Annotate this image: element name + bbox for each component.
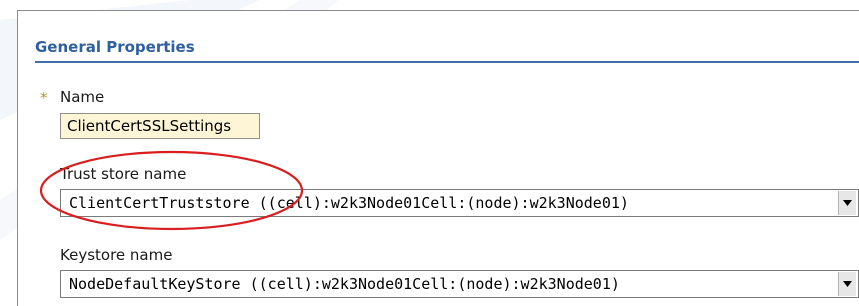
trust-store-selected-value: ClientCertTruststore ((cell):w2k3Node01C… — [69, 194, 629, 212]
keystore-selected-value: NodeDefaultKeyStore ((cell):w2k3Node01Ce… — [69, 275, 620, 293]
asterisk-icon: * — [40, 89, 48, 107]
name-field[interactable] — [60, 113, 260, 139]
chevron-down-icon[interactable] — [838, 272, 856, 296]
section-divider — [35, 61, 859, 63]
page: General Properties * Name Trust store na… — [0, 0, 859, 306]
section-title: General Properties — [35, 38, 195, 56]
keystore-select[interactable]: NodeDefaultKeyStore ((cell):w2k3Node01Ce… — [60, 270, 859, 298]
trust-store-label: Trust store name — [60, 165, 187, 183]
keystore-label: Keystore name — [60, 246, 173, 264]
trust-store-select[interactable]: ClientCertTruststore ((cell):w2k3Node01C… — [60, 189, 859, 217]
chevron-down-icon[interactable] — [838, 191, 856, 215]
name-label: Name — [60, 88, 105, 106]
